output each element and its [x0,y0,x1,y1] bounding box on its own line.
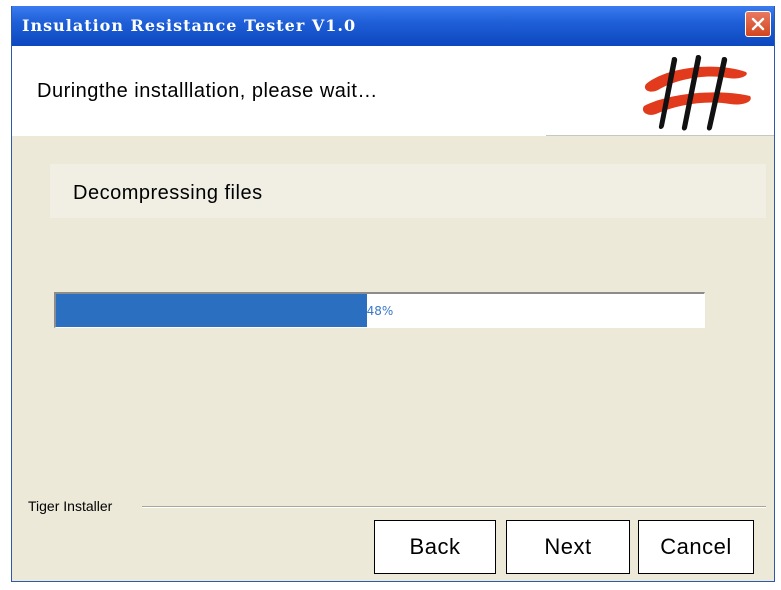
title-bar[interactable]: Insulation Resistance Tester V1.0 [12,6,774,46]
cancel-button[interactable]: Cancel [638,520,754,574]
status-panel: Decompressing files [50,164,766,218]
status-text: Decompressing files [73,182,263,204]
installer-name-label: Tiger Installer [28,498,113,514]
installer-window: Insulation Resistance Tester V1.0 During… [11,6,775,582]
installer-header: Duringthe installlation, please wait… [12,46,774,136]
close-icon [751,17,765,31]
close-button[interactable] [745,11,771,37]
next-button[interactable]: Next [506,520,630,574]
installer-logo-icon [642,55,751,131]
window-title: Insulation Resistance Tester V1.0 [22,16,357,35]
progress-label: 48% [366,303,394,318]
header-message: Duringthe installlation, please wait… [37,80,378,102]
back-button[interactable]: Back [374,520,496,574]
header-divider [546,135,774,136]
footer-divider [142,506,766,508]
progress-bar: 48% [54,292,705,328]
